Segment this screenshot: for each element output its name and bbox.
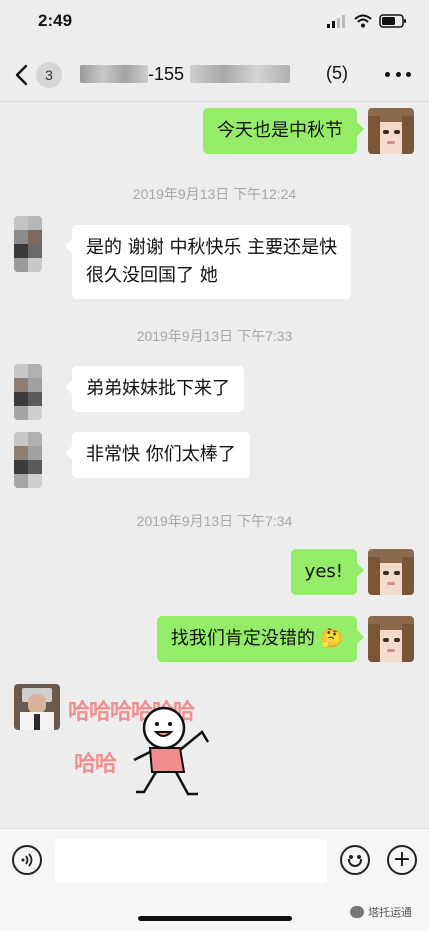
voice-icon <box>21 853 33 867</box>
chevron-left-icon <box>15 64 28 86</box>
my-avatar[interactable] <box>368 108 414 154</box>
chat-title: -155 <box>80 62 300 86</box>
wechat-logo-icon <box>350 906 364 918</box>
home-indicator[interactable] <box>138 916 292 921</box>
message-text: 找我们肯定没错的 🤔 <box>170 628 343 649</box>
status-icons <box>327 14 407 28</box>
message-bubble-outgoing[interactable]: yes! <box>290 549 365 595</box>
contact-avatar-photo[interactable] <box>14 684 60 730</box>
contact-avatar[interactable] <box>14 432 42 488</box>
plus-icon: + <box>392 847 412 872</box>
message-bubble-outgoing[interactable]: 找我们肯定没错的 🤔 <box>156 616 365 662</box>
my-avatar[interactable] <box>368 616 414 662</box>
more-actions-button[interactable]: + <box>387 845 417 875</box>
more-options-button[interactable] <box>385 66 411 82</box>
message-text: 今天也是中秋节 <box>217 120 343 141</box>
more-dots-icon <box>385 71 390 77</box>
sticker-message[interactable]: 哈哈哈哈哈哈 哈哈 <box>68 684 218 802</box>
message-text-line: 是的 谢谢 中秋快乐 主要还是快 <box>86 237 338 258</box>
message-text: 非常快 你们太棒了 <box>86 444 236 465</box>
message-bubble-incoming[interactable]: 是的 谢谢 中秋快乐 主要还是快 很久没回国了 她 <box>64 225 352 299</box>
chat-header: 3 -155 (5) <box>0 46 429 102</box>
wifi-icon <box>354 14 372 28</box>
status-bar: 2:49 <box>0 0 429 46</box>
message-bubble-outgoing[interactable]: 今天也是中秋节 <box>203 108 364 154</box>
message-text-line: 很久没回国了 她 <box>86 265 218 286</box>
watermark: 塔托运通 <box>350 904 412 920</box>
message-text: yes! <box>304 561 343 582</box>
my-avatar[interactable] <box>368 549 414 595</box>
chat-title-fragment: -155 <box>148 64 185 84</box>
back-button[interactable]: 3 <box>14 60 68 90</box>
message-bubble-incoming[interactable]: 弟弟妹妹批下来了 <box>65 366 244 412</box>
redacted-block <box>190 65 290 83</box>
smiley-icon <box>348 859 362 867</box>
voice-input-button[interactable] <box>12 845 42 875</box>
contact-avatar[interactable] <box>14 364 42 420</box>
signal-icon <box>327 15 345 28</box>
battery-icon <box>379 14 406 28</box>
redacted-block <box>80 65 148 83</box>
timestamp: 2019年9月13日 下午7:34 <box>136 513 293 529</box>
emoji-button[interactable] <box>340 845 370 875</box>
message-bubble-incoming[interactable]: 非常快 你们太棒了 <box>65 432 250 478</box>
message-text: 弟弟妹妹批下来了 <box>86 378 230 399</box>
unread-count-badge: 3 <box>36 62 62 88</box>
contact-avatar[interactable] <box>14 216 42 272</box>
message-input[interactable] <box>55 839 327 883</box>
timestamp: 2019年9月13日 下午12:24 <box>132 186 297 202</box>
timestamp: 2019年9月13日 下午7:33 <box>136 328 293 344</box>
laughing-figure-icon <box>133 706 210 796</box>
status-time: 2:49 <box>38 11 73 30</box>
member-count: (5) <box>326 63 348 83</box>
sticker-text: 哈哈 <box>74 752 117 777</box>
watermark-text: 塔托运通 <box>368 906 412 919</box>
